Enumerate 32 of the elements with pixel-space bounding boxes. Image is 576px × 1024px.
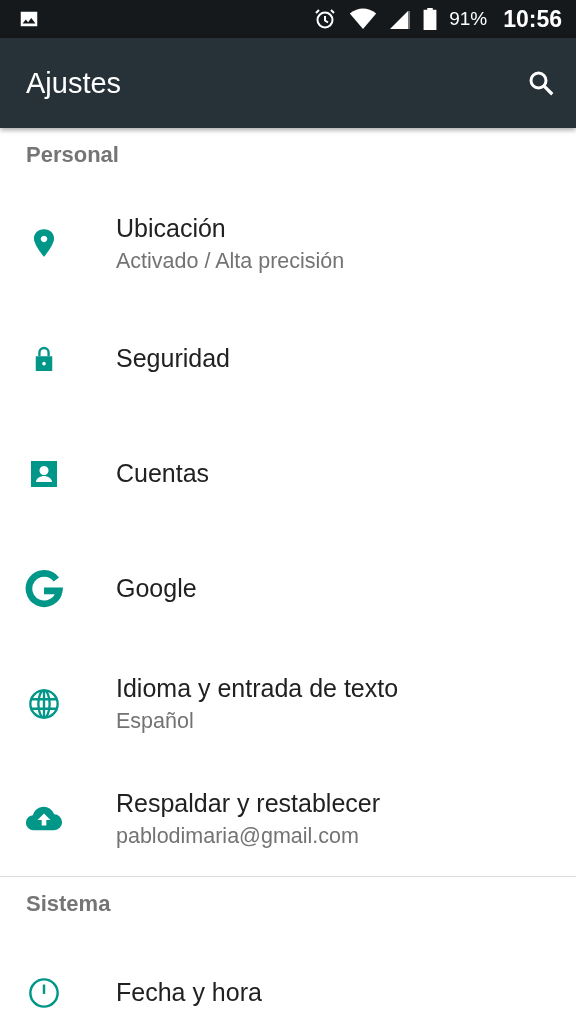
settings-item[interactable]: Cuentas xyxy=(0,416,576,531)
battery-icon xyxy=(423,8,438,30)
settings-item[interactable]: Google xyxy=(0,531,576,646)
settings-item[interactable]: Respaldar y restablecer pablodimaria@gmail.com xyxy=(0,761,576,876)
item-title: Seguridad xyxy=(116,344,230,373)
cloud-upload-icon xyxy=(25,805,63,832)
location-pin-icon xyxy=(33,228,55,259)
g-letter-icon xyxy=(25,569,63,608)
item-summary: Activado / Alta precisión xyxy=(116,248,345,274)
item-title: Ubicación xyxy=(116,213,227,243)
section-header: Personal xyxy=(25,141,120,169)
contact-card-icon xyxy=(29,458,59,489)
clock-icon xyxy=(28,976,60,1009)
settings-item[interactable]: Ubicación Activado / Alta precisión xyxy=(0,186,576,301)
item-title: Fecha y hora xyxy=(116,978,262,1007)
item-title: Respaldar y restablecer xyxy=(116,788,380,818)
app-title: Ajustes xyxy=(26,66,123,100)
wifi-icon xyxy=(349,8,378,30)
item-title: Google xyxy=(116,574,197,603)
clock-time: 10:56 xyxy=(503,5,562,33)
signal-icon xyxy=(389,8,412,30)
battery-percentage: 91% xyxy=(449,8,488,30)
section-header: Sistema xyxy=(25,890,112,918)
lock-icon xyxy=(33,344,55,373)
item-title: Idioma y entrada de texto xyxy=(116,673,399,703)
settings-item[interactable]: Fecha y hora xyxy=(0,935,576,1024)
settings-item[interactable]: Seguridad xyxy=(0,301,576,416)
item-summary: Español xyxy=(116,708,195,734)
item-title: Cuentas xyxy=(116,459,210,488)
globe-icon xyxy=(28,687,60,720)
item-summary: pablodimaria@gmail.com xyxy=(116,823,360,849)
settings-item[interactable]: Idioma y entrada de texto Español xyxy=(0,646,576,761)
